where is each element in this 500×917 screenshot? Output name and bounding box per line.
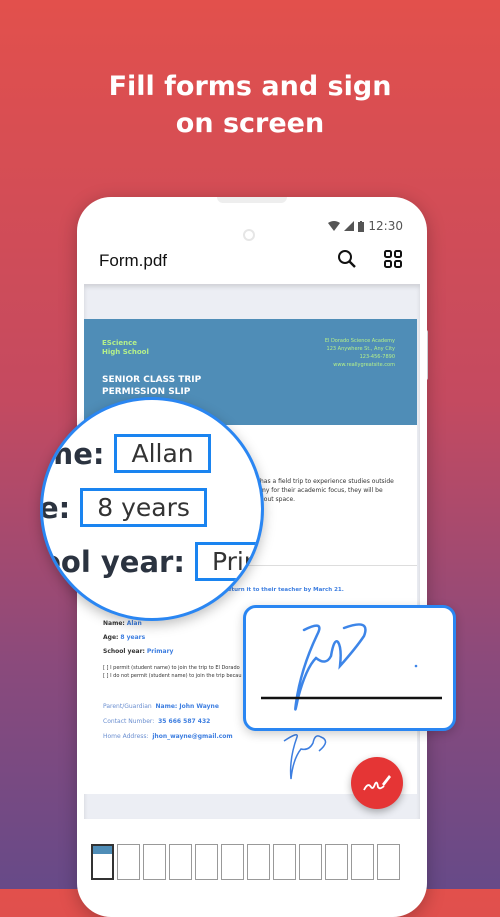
permission-checkboxes[interactable]: [ ] I permit (student name) to join the … — [103, 664, 242, 680]
wifi-icon — [328, 221, 341, 231]
sign-fab-button[interactable] — [351, 757, 403, 809]
intro-text: has a field trip to experience studies o… — [260, 478, 394, 503]
clock: 12:30 — [368, 219, 403, 233]
camera — [243, 229, 255, 241]
headline: Fill forms and sign on screen — [108, 71, 392, 139]
mag-age-row: e: 8 years — [43, 488, 207, 527]
magnifier: me: Allan e: 8 years ool year: Prim — [40, 397, 264, 621]
signature-stamp — [283, 734, 327, 780]
field-school-year[interactable]: School year: Primary — [103, 647, 173, 656]
battery-icon — [358, 220, 365, 232]
school-name: EScience High School — [102, 339, 149, 356]
guardian-contact[interactable]: Contact Number: 35 666 587 432 — [103, 717, 210, 726]
page-thumbnail[interactable] — [351, 844, 374, 880]
page-thumbnail[interactable] — [143, 844, 166, 880]
pen-signature-icon — [363, 775, 391, 791]
phone-notch — [217, 197, 287, 203]
page-thumbnail[interactable] — [221, 844, 244, 880]
page-thumbnail[interactable] — [169, 844, 192, 880]
guardian-address[interactable]: Home Address: jhon_wayne@gmail.com — [103, 732, 233, 741]
page-thumbnail[interactable] — [325, 844, 348, 880]
signature-drawing — [261, 623, 442, 711]
search-icon[interactable] — [337, 249, 357, 269]
page-thumbnail[interactable] — [377, 844, 400, 880]
page-thumbnail[interactable] — [195, 844, 218, 880]
page-thumbnail[interactable] — [247, 844, 270, 880]
page-thumbnails — [91, 844, 400, 880]
page-thumbnail[interactable] — [273, 844, 296, 880]
guardian-name[interactable]: Parent/Guardian Name: John Wayne — [103, 702, 219, 711]
mag-name-row: me: Allan — [43, 434, 211, 473]
app-bar: Form.pdf — [77, 245, 427, 283]
document-title: Form.pdf — [99, 251, 168, 270]
field-name[interactable]: Name: Alan — [103, 619, 142, 628]
page-thumbnail[interactable] — [117, 844, 140, 880]
page-thumbnail[interactable] — [299, 844, 322, 880]
signature-pad[interactable] — [243, 605, 456, 731]
field-age[interactable]: Age: 8 years — [103, 633, 145, 642]
signal-icon — [344, 221, 355, 231]
grid-icon[interactable] — [383, 249, 403, 269]
mag-school-year-row: ool year: Prim — [43, 542, 261, 581]
status-bar: 12:30 — [328, 219, 403, 233]
page-thumbnail[interactable] — [91, 844, 114, 880]
return-note: return it to their teacher by March 21. — [225, 587, 344, 593]
slip-title: SENIOR CLASS TRIP PERMISSION SLIP — [102, 375, 202, 397]
school-address: El Dorado Science Academy 123 Anywhere St… — [324, 338, 395, 368]
